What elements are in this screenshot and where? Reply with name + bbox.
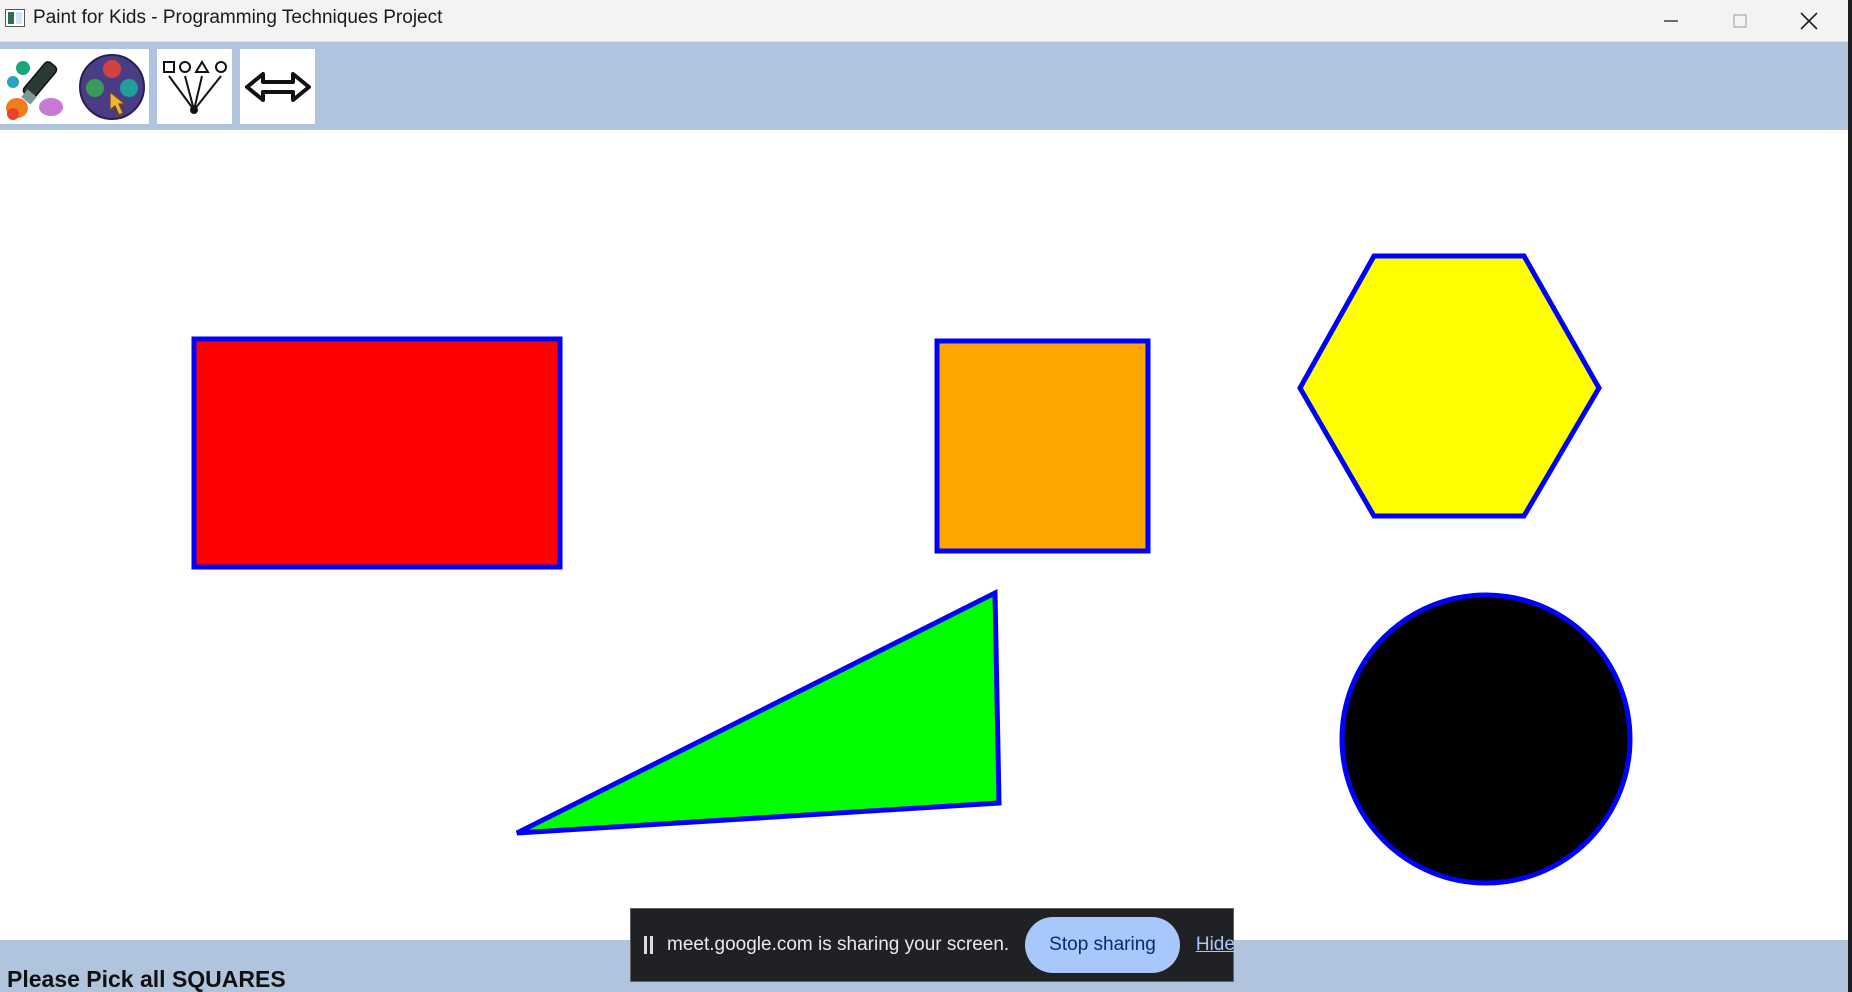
draw-mode-tool[interactable] [0,49,75,124]
minimize-icon [1664,19,1678,22]
share-message: meet.google.com is sharing your screen. [667,934,1010,955]
double-arrow-icon [244,71,311,102]
drag-handle-icon[interactable] [644,936,653,954]
maximize-icon [1733,13,1747,28]
rectangle-shape[interactable] [191,336,563,570]
stop-sharing-button[interactable]: Stop sharing [1025,917,1180,973]
screen-share-banner: meet.google.com is sharing your screen. … [630,908,1235,982]
shapes-tree-icon [162,59,227,114]
window-edge [1848,0,1852,992]
drawing-canvas[interactable] [0,130,1848,940]
maximize-button[interactable] [1706,0,1774,41]
paint-window: Paint for Kids - Programming Techniques … [0,0,1852,992]
status-message: Please Pick all SQUARES [7,966,286,992]
circle-shape[interactable] [1339,592,1633,886]
toolbar [0,42,1848,130]
close-icon [1800,11,1818,30]
window-title: Paint for Kids - Programming Techniques … [33,7,443,28]
switch-mode-tool[interactable] [240,49,315,124]
close-button[interactable] [1775,0,1843,41]
paint-brush-icon [5,60,63,120]
title-bar: Paint for Kids - Programming Techniques … [0,0,1852,42]
triangle-shape[interactable] [515,588,1002,836]
hide-link[interactable]: Hide [1196,934,1235,956]
color-palette-icon [78,53,145,120]
app-icon [5,9,25,27]
hexagon-shape[interactable] [1297,253,1602,519]
minimize-button[interactable] [1637,0,1705,41]
shapes-layer [191,253,1633,886]
square-shape[interactable] [934,338,1151,554]
pick-shape-tool[interactable] [157,49,232,124]
color-picker-tool[interactable] [74,49,149,124]
